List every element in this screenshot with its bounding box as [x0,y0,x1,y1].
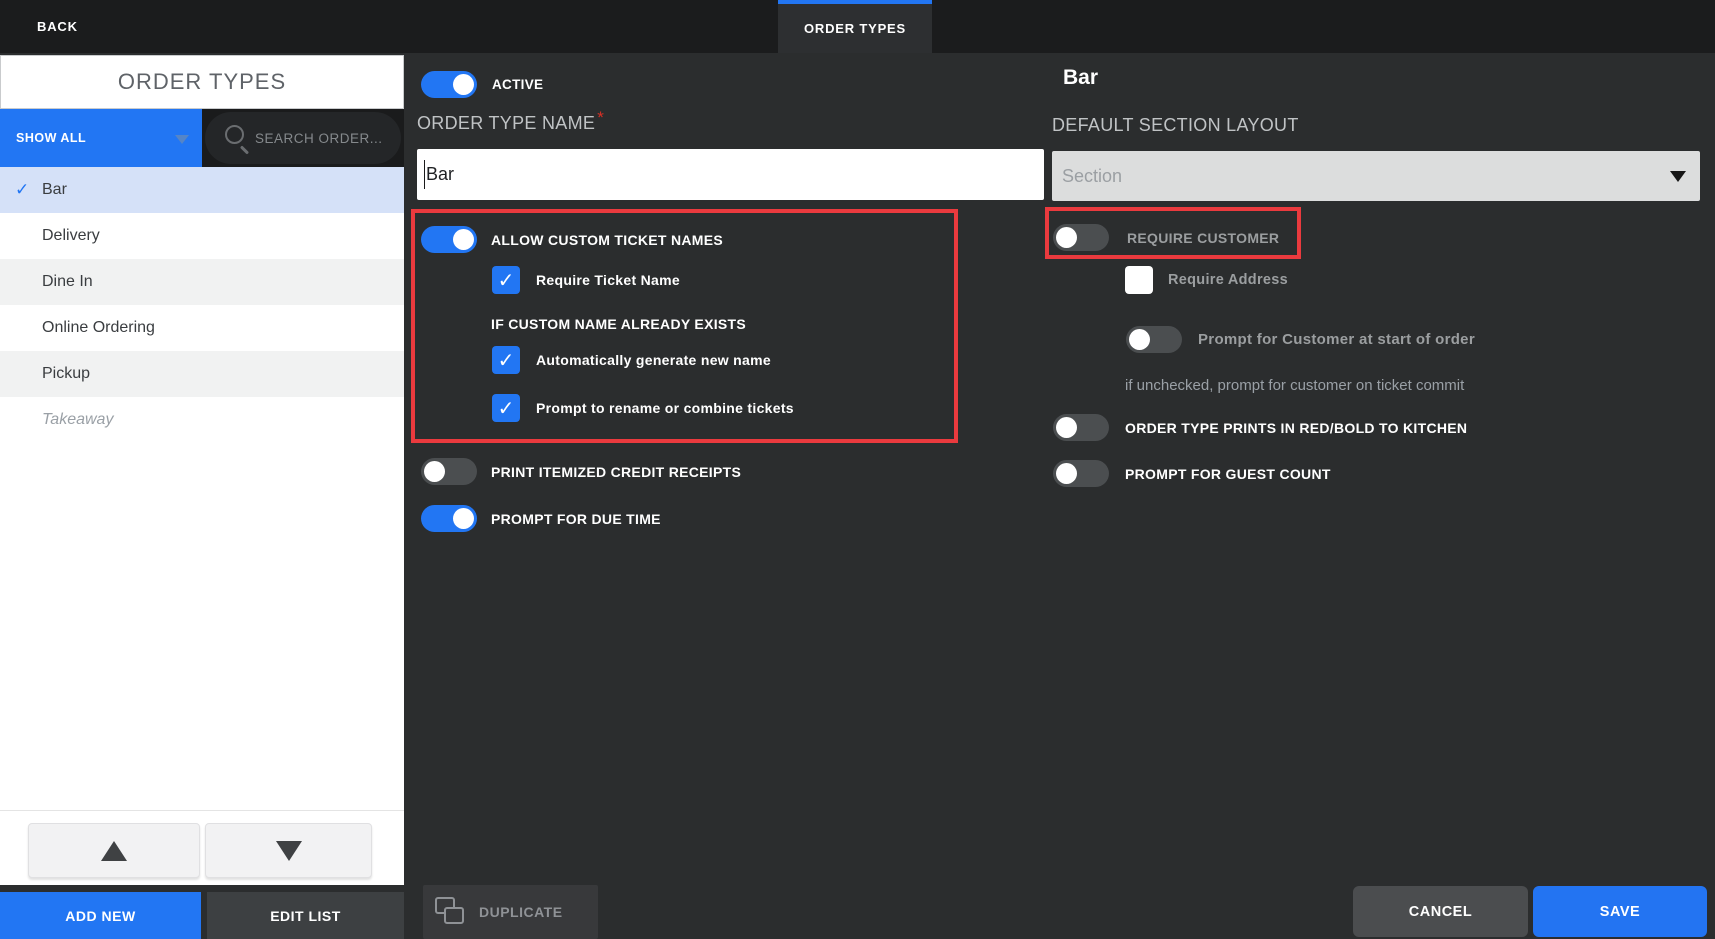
search-input[interactable] [255,112,397,164]
require-customer-toggle[interactable] [1053,224,1109,251]
save-button[interactable]: SAVE [1533,886,1707,937]
sidebar: SHOW ALL ✓ Bar Delivery Dine In Online O… [0,109,404,885]
active-label: ACTIVE [492,77,544,92]
prompt-rename-combine-label: Prompt to rename or combine tickets [536,400,794,416]
allow-custom-ticket-names-label: ALLOW CUSTOM TICKET NAMES [491,231,724,248]
order-type-name-label: ORDER TYPE NAME * [417,108,605,133]
default-section-layout-label: DEFAULT SECTION LAYOUT [1052,115,1299,135]
prompt-due-time-label: PROMPT FOR DUE TIME [491,510,661,527]
move-down-button[interactable] [205,823,372,878]
order-type-name-input[interactable] [417,149,1044,200]
edit-list-button[interactable]: EDIT LIST [207,892,404,939]
checkmark-icon: ✓ [497,269,515,292]
prompt-rename-combine-checkbox[interactable]: ✓ [492,394,520,422]
show-all-label: SHOW ALL [16,131,87,145]
require-address-checkbox[interactable] [1125,266,1153,294]
show-all-dropdown[interactable]: SHOW ALL [0,109,202,167]
checkmark-icon: ✓ [497,349,515,372]
checkmark-icon: ✓ [15,180,30,199]
search-icon [225,125,244,144]
list-item-takeaway[interactable]: Takeaway [0,397,404,443]
unchecked-note: if unchecked, prompt for customer on tic… [1125,377,1465,394]
require-ticket-name-checkbox[interactable]: ✓ [492,266,520,294]
back-button[interactable]: BACK [37,0,78,53]
list-item-label: Takeaway [42,411,114,428]
auto-generate-name-checkbox[interactable]: ✓ [492,346,520,374]
if-custom-name-exists-heading: IF CUSTOM NAME ALREADY EXISTS [491,315,747,332]
prompt-due-time-toggle[interactable] [421,505,477,532]
sidebar-title: ORDER TYPES [0,55,404,109]
cancel-button[interactable]: CANCEL [1353,886,1528,937]
search-field [202,109,404,167]
arrow-down-icon [275,840,302,861]
list-separator [0,810,404,811]
list-item-bar[interactable]: ✓ Bar [0,167,404,213]
dropdown-caret-icon [1670,171,1686,182]
top-bar: BACK ORDER TYPES [0,0,1715,53]
search-pill[interactable] [205,112,401,164]
duplicate-label: DUPLICATE [479,904,563,920]
order-types-settings-screen: BACK ORDER TYPES ORDER TYPES SHOW ALL ✓ … [0,0,1715,939]
allow-custom-ticket-names-toggle[interactable] [421,226,477,253]
list-item-label: Dine In [42,273,93,290]
print-itemized-receipts-toggle[interactable] [421,458,477,485]
require-customer-label: REQUIRE CUSTOMER [1127,229,1280,246]
require-address-label: Require Address [1168,272,1288,288]
section-layout-dropdown[interactable]: Section [1052,151,1700,201]
move-up-button[interactable] [28,823,200,878]
prompt-customer-start-label: Prompt for Customer at start of order [1198,331,1475,348]
arrow-up-icon [101,840,127,861]
list-item-label: Online Ordering [42,319,155,336]
list-item-label: Bar [42,181,67,198]
tab-order-types[interactable]: ORDER TYPES [778,0,932,53]
list-item-delivery[interactable]: Delivery [0,213,404,259]
print-itemized-receipts-label: PRINT ITEMIZED CREDIT RECEIPTS [491,463,742,480]
prompt-customer-start-toggle[interactable] [1126,326,1182,353]
require-ticket-name-label: Require Ticket Name [536,272,680,288]
active-toggle[interactable] [421,71,477,98]
auto-generate-name-label: Automatically generate new name [536,352,771,368]
checkmark-icon: ✓ [497,397,515,420]
list-item-pickup[interactable]: Pickup [0,351,404,397]
prints-red-bold-toggle[interactable] [1053,414,1109,441]
chevron-down-icon [175,135,189,144]
add-new-button[interactable]: ADD NEW [0,892,201,939]
list-item-label: Pickup [42,365,91,382]
order-type-list: ✓ Bar Delivery Dine In Online Ordering P… [0,167,404,443]
text-cursor [424,160,425,189]
list-item-online-ordering[interactable]: Online Ordering [0,305,404,351]
duplicate-icon [435,897,467,927]
prompt-guest-count-label: PROMPT FOR GUEST COUNT [1125,465,1331,482]
section-layout-value: Section [1062,165,1123,186]
list-item-label: Delivery [42,227,100,244]
prints-red-bold-label: ORDER TYPE PRINTS IN RED/BOLD TO KITCHEN [1125,419,1468,436]
duplicate-button[interactable]: DUPLICATE [423,885,598,939]
required-asterisk: * [597,108,605,127]
prompt-guest-count-toggle[interactable] [1053,460,1109,487]
list-item-dine-in[interactable]: Dine In [0,259,404,305]
detail-title: Bar [1063,66,1099,89]
